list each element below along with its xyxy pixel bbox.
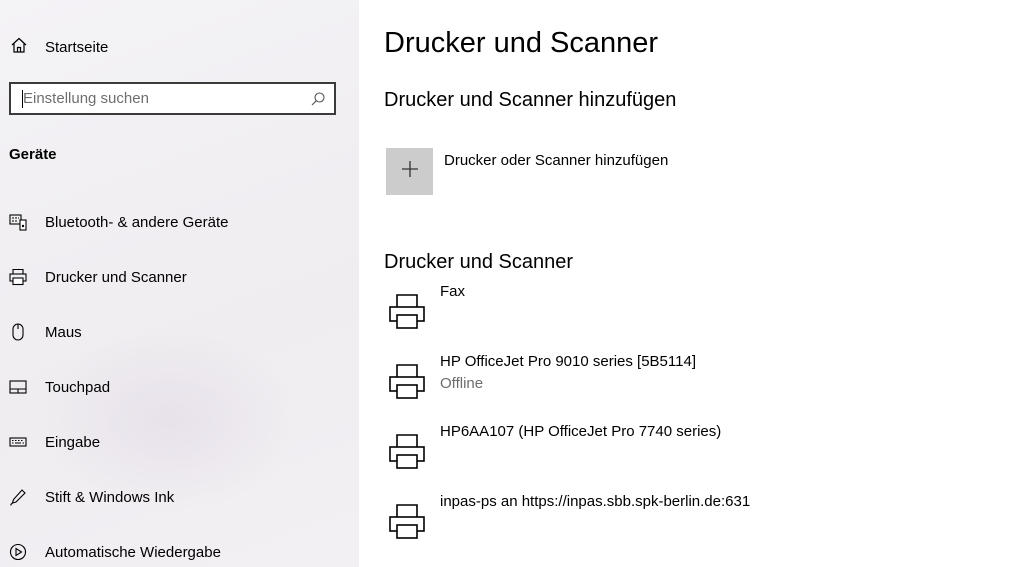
search-box[interactable] [9, 82, 336, 115]
plus-icon [400, 159, 420, 184]
sidebar-item-label: Maus [45, 323, 82, 341]
home-label: Startseite [45, 38, 109, 56]
sidebar-item-label: Touchpad [45, 378, 111, 396]
touchpad-icon [8, 377, 28, 397]
bluetooth-devices-icon [8, 212, 28, 232]
printer-name: HP6AA107 (HP OfficeJet Pro 7740 series) [440, 423, 722, 440]
keyboard-icon [8, 432, 28, 452]
sidebar-item-autoplay[interactable]: Automatische Wiedergabe [8, 540, 221, 564]
section-title: Geräte [9, 146, 57, 163]
printer-name: Fax [440, 283, 466, 300]
printers-section-heading: Drucker und Scanner [384, 251, 573, 273]
sidebar-item-pen[interactable]: Stift & Windows Ink [8, 485, 174, 509]
add-printer-label[interactable]: Drucker oder Scanner hinzufügen [444, 152, 668, 169]
sidebar-item-printers[interactable]: Drucker und Scanner [8, 265, 187, 289]
add-section-heading: Drucker und Scanner hinzufügen [384, 89, 677, 111]
sidebar-item-label: Eingabe [45, 433, 101, 451]
printer-icon [387, 362, 427, 402]
printer-item-inpas[interactable]: inpas-ps an https://inpas.sbb.spk-berlin… [387, 493, 750, 542]
main-content: Drucker und Scanner Drucker und Scanner … [359, 0, 1024, 567]
printer-item-fax[interactable]: Fax [387, 283, 465, 332]
printer-name: HP OfficeJet Pro 9010 series [5B5114] [440, 353, 696, 370]
search-icon[interactable] [310, 91, 326, 112]
search-input[interactable] [23, 84, 303, 113]
sidebar-item-mouse[interactable]: Maus [8, 320, 82, 344]
sidebar-item-label: Automatische Wiedergabe [45, 543, 221, 561]
pen-icon [8, 487, 28, 507]
printer-icon [387, 292, 427, 332]
sidebar-item-bluetooth[interactable]: Bluetooth- & andere Geräte [8, 210, 228, 234]
page-title: Drucker und Scanner [384, 27, 659, 59]
add-printer-button[interactable] [386, 148, 433, 195]
sidebar: Startseite Geräte Bluetooth- & andere Ge… [0, 0, 359, 567]
autoplay-icon [8, 542, 28, 562]
printer-name: inpas-ps an https://inpas.sbb.spk-berlin… [440, 493, 751, 510]
home-icon [10, 36, 28, 59]
sidebar-item-touchpad[interactable]: Touchpad [8, 375, 110, 399]
printer-icon [8, 267, 28, 287]
printer-icon [387, 432, 427, 472]
sidebar-item-label: Stift & Windows Ink [45, 488, 175, 506]
printer-icon [387, 502, 427, 542]
printer-item-hp-9010[interactable]: HP OfficeJet Pro 9010 series [5B5114] Of… [387, 353, 696, 402]
printer-status: Offline [440, 375, 484, 392]
sidebar-item-label: Bluetooth- & andere Geräte [45, 213, 229, 231]
sidebar-item-label: Drucker und Scanner [45, 268, 187, 286]
home-link[interactable]: Startseite [10, 36, 108, 58]
mouse-icon [8, 322, 28, 342]
sidebar-item-input[interactable]: Eingabe [8, 430, 100, 454]
printer-item-hp-7740[interactable]: HP6AA107 (HP OfficeJet Pro 7740 series) [387, 423, 721, 472]
